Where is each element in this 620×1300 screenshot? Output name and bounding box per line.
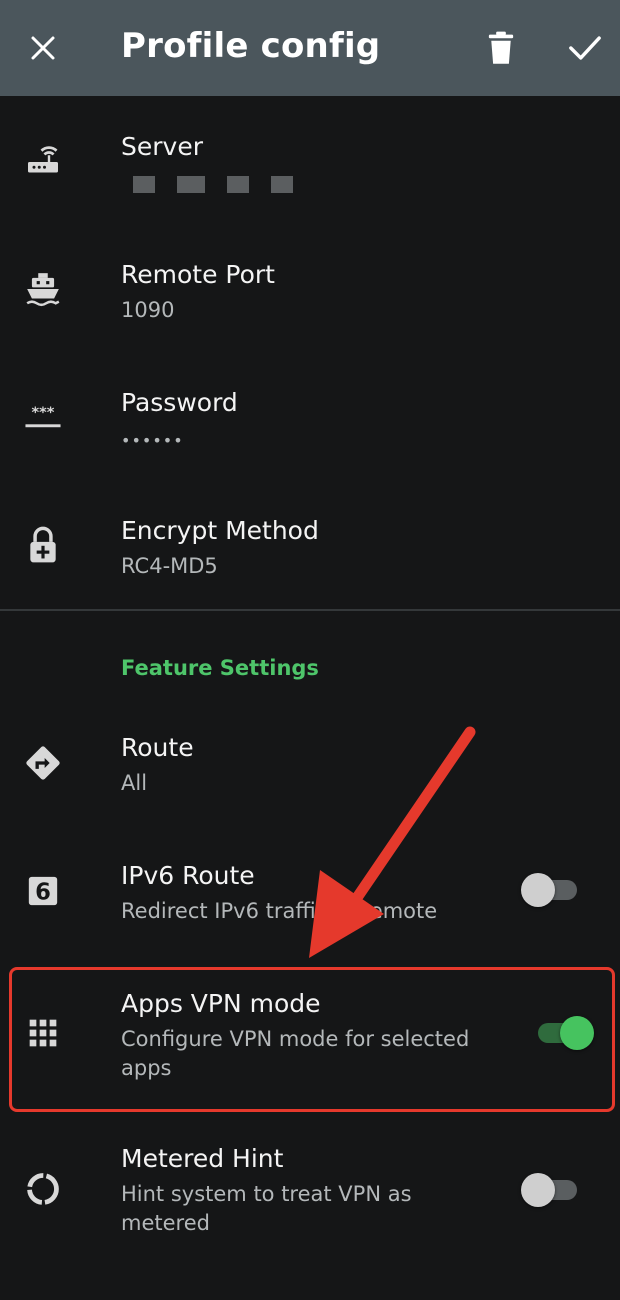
metered-hint-switch[interactable] (521, 1170, 581, 1210)
save-button[interactable] (561, 24, 609, 72)
switch-thumb (521, 873, 555, 907)
delete-button[interactable] (477, 24, 525, 72)
section-divider (0, 609, 620, 611)
metered-icon (20, 1166, 66, 1212)
encrypt-method-title: Encrypt Method (121, 516, 319, 545)
close-button[interactable] (19, 24, 67, 72)
lock-icon (20, 522, 66, 568)
route-value: All (121, 771, 148, 795)
remote-port-preference[interactable]: Remote Port 1090 (0, 224, 620, 352)
route-preference[interactable]: Route All (0, 700, 620, 828)
server-title: Server (121, 132, 203, 161)
trash-icon (488, 31, 514, 64)
ipv6-route-switch[interactable] (521, 870, 581, 910)
metered-hint-title: Metered Hint (121, 1144, 284, 1173)
encrypt-method-preference[interactable]: Encrypt Method RC4-MD5 (0, 480, 620, 608)
svg-text:***: *** (32, 404, 55, 421)
page-title: Profile config (121, 26, 381, 66)
password-value: •••••• (121, 431, 184, 450)
router-icon (20, 136, 66, 182)
check-icon (569, 36, 601, 60)
server-value-redacted (133, 176, 293, 193)
encrypt-method-value: RC4-MD5 (121, 554, 218, 578)
svg-text:6: 6 (35, 880, 51, 906)
ipv6-route-title: IPv6 Route (121, 861, 255, 890)
close-icon (31, 36, 55, 60)
password-icon: *** (20, 394, 66, 440)
ipv6-icon: 6 (20, 868, 66, 914)
ipv6-route-summary: Redirect IPv6 traffic to remote (121, 899, 438, 923)
route-title: Route (121, 733, 194, 762)
ship-icon (20, 266, 66, 312)
remote-port-value: 1090 (121, 298, 175, 322)
feature-settings-header: Feature Settings (121, 656, 319, 680)
metered-hint-preference[interactable]: Metered Hint Hint system to treat VPN as… (0, 1116, 620, 1276)
password-preference[interactable]: *** Password •••••• (0, 352, 620, 480)
highlight-box (9, 967, 615, 1112)
ipv6-route-preference[interactable]: 6 IPv6 Route Redirect IPv6 traffic to re… (0, 828, 620, 956)
switch-thumb (521, 1173, 555, 1207)
server-preference[interactable]: Server (0, 96, 620, 224)
profile-config-screen: Profile config Server Remote Port 1090 *… (0, 0, 620, 1300)
metered-hint-summary: Hint system to treat VPN as metered (121, 1182, 412, 1235)
remote-port-title: Remote Port (121, 260, 275, 289)
app-toolbar: Profile config (0, 0, 620, 96)
password-title: Password (121, 388, 238, 417)
directions-icon (20, 740, 66, 786)
